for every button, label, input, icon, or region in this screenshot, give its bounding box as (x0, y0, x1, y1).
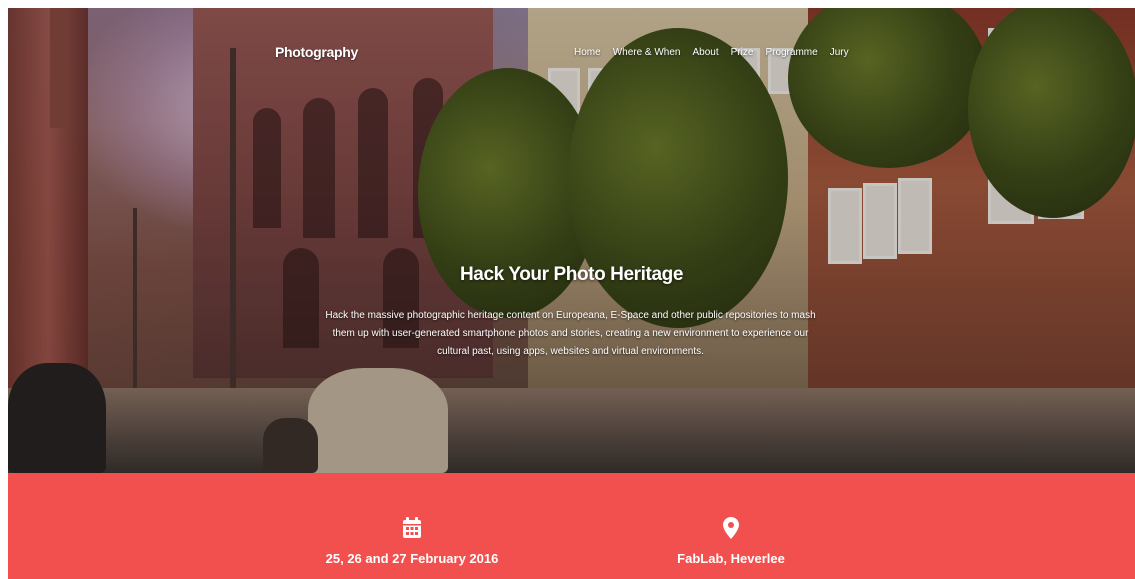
nav-item-programme[interactable]: Programme (765, 47, 817, 58)
event-date-text: 25, 26 and 27 February 2016 (325, 551, 499, 566)
main-nav: Home Where & When About Prize Programme … (574, 47, 849, 58)
hero-section: Photography Home Where & When About Priz… (8, 8, 1135, 473)
calendar-icon (403, 517, 421, 538)
nav-item-prize[interactable]: Prize (731, 47, 754, 58)
event-location: FabLab, Heverlee (601, 517, 861, 566)
info-band: 25, 26 and 27 February 2016 FabLab, Heve… (8, 473, 1135, 579)
nav-item-about[interactable]: About (693, 47, 719, 58)
map-marker-icon (723, 517, 739, 539)
page: Photography Home Where & When About Priz… (8, 8, 1135, 579)
nav-item-jury[interactable]: Jury (830, 47, 849, 58)
hero-title: Hack Your Photo Heritage (459, 264, 684, 285)
nav-item-where-when[interactable]: Where & When (613, 47, 681, 58)
nav-item-home[interactable]: Home (574, 47, 601, 58)
hero-description: Hack the massive photographic heritage c… (325, 310, 816, 357)
hero-overlay (8, 8, 1135, 473)
event-date: 25, 26 and 27 February 2016 (282, 517, 542, 566)
brand-logo[interactable]: Photography (275, 44, 358, 60)
event-location-text: FabLab, Heverlee (677, 551, 785, 566)
